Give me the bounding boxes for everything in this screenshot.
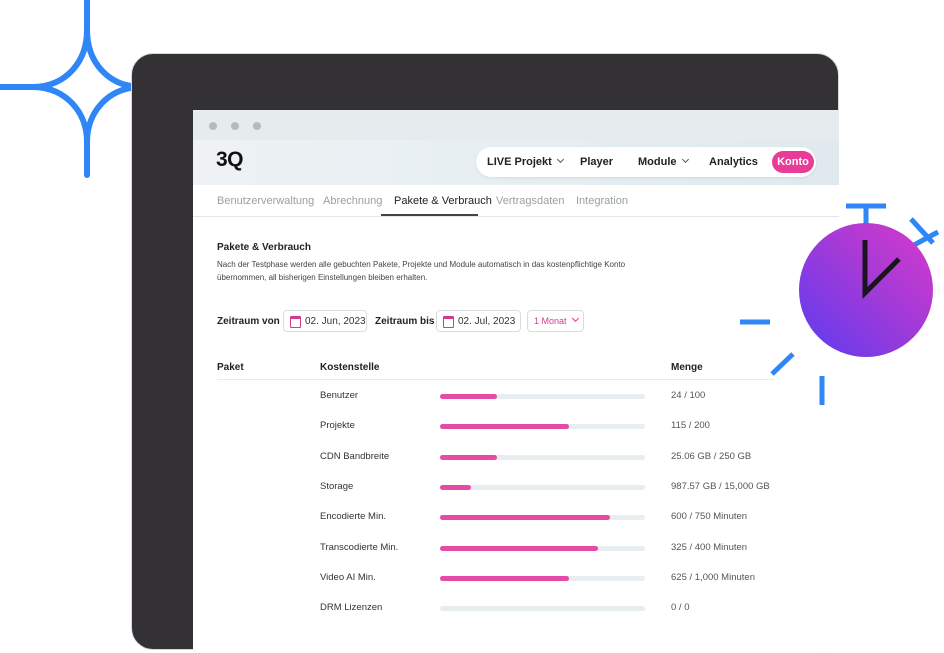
usage-bar-fill — [440, 545, 598, 551]
usage-bar-fill — [440, 515, 611, 521]
table-row: Benutzer 24 / 100 — [193, 390, 839, 410]
chevron-down-icon — [556, 155, 564, 164]
calendar-icon — [290, 316, 301, 328]
period-select[interactable]: 1 Monat — [527, 310, 584, 332]
row-amount: 325 / 400 Minuten — [671, 541, 748, 553]
usage-bar — [440, 424, 645, 430]
usage-bar — [440, 575, 645, 581]
usage-bar — [440, 545, 645, 551]
row-name: Benutzer — [320, 390, 359, 401]
row-name: CDN Bandbreite — [320, 450, 390, 462]
window-dot-icon[interactable] — [231, 122, 239, 130]
row-amount: 115 / 200 — [671, 420, 710, 432]
from-label: Zeitraum von — [217, 316, 280, 327]
window-titlebar — [193, 110, 839, 140]
row-name: Projekte — [320, 420, 355, 432]
row-name: Storage — [320, 480, 354, 492]
row-amount: 987.57 GB / 15,000 GB — [671, 480, 770, 492]
table-row: DRM Lizenzen 0 / 0 — [193, 602, 839, 622]
header-kostenstelle: Kostenstelle — [320, 362, 380, 373]
tab-integration[interactable]: Integration — [576, 195, 628, 207]
row-amount: 25.06 GB / 250 GB — [671, 450, 752, 462]
row-amount: 24 / 100 — [671, 390, 706, 401]
table-divider — [217, 379, 774, 380]
nav-item-label: Analytics — [709, 156, 758, 168]
section-description: Nach der Testphase werden alle gebuchten… — [217, 260, 626, 282]
table-row: Projekte 115 / 200 — [193, 420, 839, 440]
to-date-value: 02. Jul, 2023 — [458, 316, 516, 327]
main-nav: LIVE Projekt Player Module Analytics Kon… — [476, 147, 816, 177]
chevron-down-icon — [571, 314, 579, 323]
tab-bar: Benutzerverwaltung Abrechnung Pakete & V… — [193, 185, 839, 217]
row-name: DRM Lizenzen — [320, 602, 383, 614]
table-row: Storage 987.57 GB / 15,000 GB — [193, 481, 839, 501]
row-amount: 625 / 1,000 Minuten — [671, 571, 755, 583]
usage-bar-fill — [440, 424, 570, 430]
tab-benutzerverwaltung[interactable]: Benutzerverwaltung — [217, 195, 314, 207]
from-date-picker[interactable]: 02. Jun, 2023 — [283, 310, 367, 332]
header-menge: Menge — [671, 362, 703, 373]
nav-item-label: Player — [580, 156, 614, 168]
app-header: 3Q LIVE Projekt Player Module Analytics … — [193, 140, 839, 185]
active-tab-indicator — [381, 214, 478, 216]
row-name: Encodierte Min. — [320, 511, 387, 523]
to-date-picker[interactable]: 02. Jul, 2023 — [436, 310, 521, 332]
calendar-icon — [443, 316, 454, 328]
usage-bar-fill — [440, 575, 570, 581]
tab-vertragsdaten[interactable]: Vertragsdaten — [496, 195, 565, 207]
nav-item-player[interactable]: Player — [580, 147, 613, 177]
konto-button[interactable]: Konto — [772, 151, 814, 173]
usage-bar — [440, 454, 645, 460]
nav-item-analytics[interactable]: Analytics — [709, 147, 758, 177]
section-title: Pakete & Verbrauch — [217, 242, 311, 253]
usage-bar-fill — [440, 484, 471, 490]
table-row: Video AI Min. 625 / 1,000 Minuten — [193, 572, 839, 592]
usage-bar-fill — [440, 454, 498, 460]
tab-abrechnung[interactable]: Abrechnung — [323, 195, 382, 207]
window-dot-icon[interactable] — [253, 122, 261, 130]
table-row: Encodierte Min. 600 / 750 Minuten — [193, 511, 839, 531]
usage-bar — [440, 484, 645, 490]
tab-pakete-verbrauch[interactable]: Pakete & Verbrauch — [394, 195, 492, 207]
nav-item-label: LIVE Projekt — [487, 156, 552, 168]
table-row: CDN Bandbreite 25.06 GB / 250 GB — [193, 451, 839, 471]
usage-bar-fill — [440, 394, 498, 399]
app-logo[interactable]: 3Q — [216, 148, 244, 172]
to-label: Zeitraum bis — [375, 316, 435, 327]
browser-window: 3Q LIVE Projekt Player Module Analytics … — [193, 110, 839, 650]
row-name: Video AI Min. — [320, 571, 376, 583]
header-paket: Paket — [217, 362, 244, 373]
nav-item-live-projekt[interactable]: LIVE Projekt — [487, 147, 564, 177]
window-dot-icon[interactable] — [209, 122, 217, 130]
table-row: Transcodierte Min. 325 / 400 Minuten — [193, 542, 839, 562]
nav-item-label: Module — [638, 156, 677, 168]
nav-item-module[interactable]: Module — [638, 147, 689, 177]
usage-bar — [440, 515, 645, 521]
row-amount: 600 / 750 Minuten — [671, 511, 748, 523]
usage-bar — [440, 606, 645, 612]
chevron-down-icon — [681, 155, 689, 164]
row-amount: 0 / 0 — [671, 602, 690, 614]
row-name: Transcodierte Min. — [320, 541, 399, 553]
period-value: 1 Monat — [534, 316, 567, 326]
from-date-value: 02. Jun, 2023 — [305, 316, 366, 327]
usage-bar — [440, 394, 645, 399]
